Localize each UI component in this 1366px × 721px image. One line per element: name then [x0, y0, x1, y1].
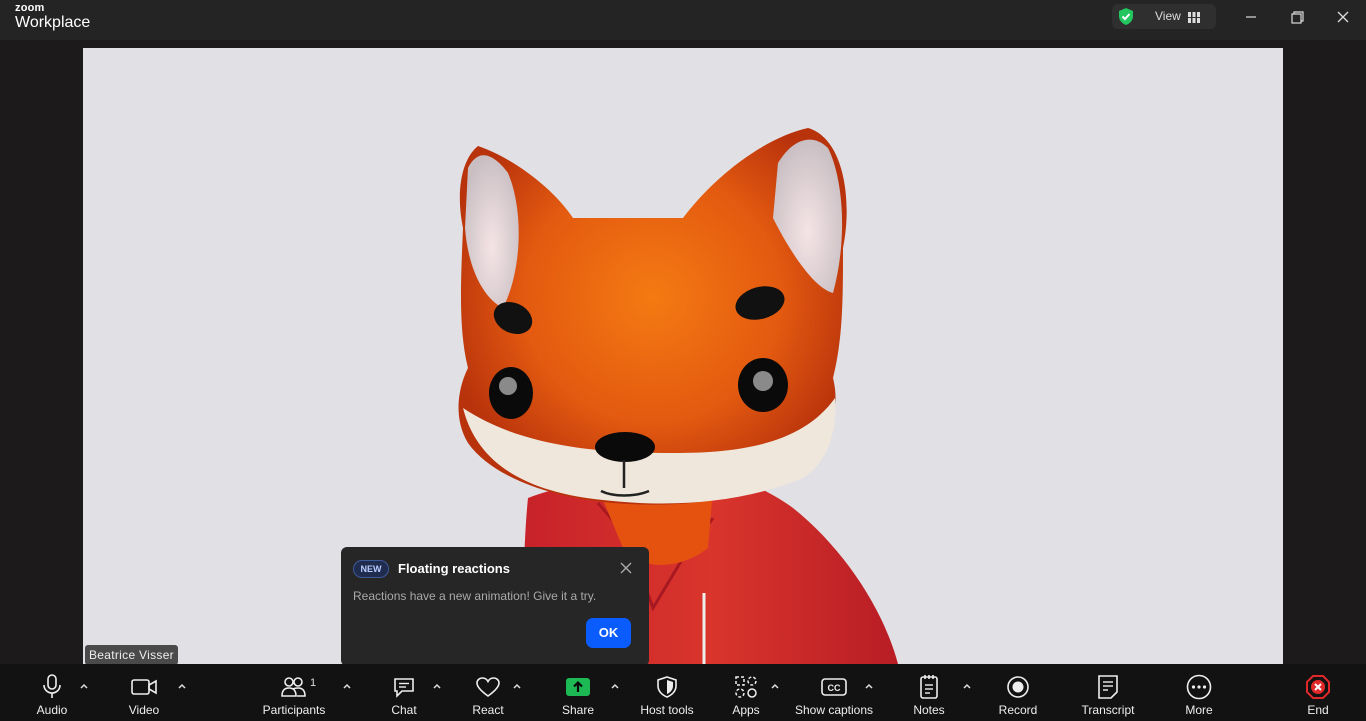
title-bar: zoom Workplace View — [0, 0, 1366, 40]
notes-label: Notes — [913, 703, 945, 717]
more-label: More — [1185, 703, 1213, 717]
transcript-icon — [1094, 674, 1122, 700]
apps-icon — [732, 674, 760, 700]
new-badge: NEW — [353, 560, 389, 578]
minimize-button[interactable] — [1228, 4, 1274, 30]
share-label: Share — [561, 703, 595, 717]
transcript-label: Transcript — [1081, 703, 1135, 717]
chat-button[interactable]: Chat — [381, 664, 427, 721]
participants-button[interactable]: Participants — [258, 664, 330, 721]
restore-icon — [1290, 10, 1304, 24]
close-window-button[interactable] — [1320, 4, 1366, 30]
show-captions-label: Show captions — [794, 703, 874, 717]
view-button[interactable]: View — [1112, 4, 1216, 29]
meeting-stage — [0, 40, 1366, 664]
participant-name-tag: Beatrice Visser — [85, 645, 178, 665]
app-logo: zoom Workplace — [15, 3, 90, 31]
chat-options-chevron-up-icon[interactable] — [432, 682, 442, 690]
floating-reactions-popup: NEW Floating reactions Reactions have a … — [341, 547, 649, 673]
apps-label: Apps — [732, 703, 760, 717]
react-button[interactable]: React — [465, 664, 511, 721]
popup-title: Floating reactions — [398, 561, 510, 576]
restore-button[interactable] — [1274, 4, 1320, 30]
audio-options-chevron-up-icon[interactable] — [79, 682, 89, 690]
closed-captions-icon: CC — [820, 674, 848, 700]
apps-button[interactable]: Apps — [723, 664, 769, 721]
record-label: Record — [998, 703, 1038, 717]
video-button[interactable]: Video — [119, 664, 169, 721]
audio-button[interactable]: Audio — [27, 664, 77, 721]
end-label: End — [1307, 703, 1329, 717]
heart-icon — [474, 674, 502, 700]
apps-options-chevron-up-icon[interactable] — [770, 682, 780, 690]
close-icon — [1337, 11, 1349, 23]
record-button[interactable]: Record — [995, 664, 1041, 721]
video-camera-icon — [130, 674, 158, 700]
share-button[interactable]: Share — [555, 664, 601, 721]
participants-count: 1 — [310, 677, 317, 689]
record-icon — [1004, 674, 1032, 700]
microphone-icon — [38, 674, 66, 700]
video-options-chevron-up-icon[interactable] — [177, 682, 187, 690]
brand-zoom: zoom — [15, 2, 45, 14]
notes-options-chevron-up-icon[interactable] — [962, 682, 972, 690]
more-button[interactable]: More — [1176, 664, 1222, 721]
more-icon — [1185, 674, 1213, 700]
chat-icon — [390, 674, 418, 700]
popup-close-icon[interactable] — [619, 561, 633, 575]
video-label: Video — [128, 703, 160, 717]
host-tools-label: Host tools — [640, 703, 694, 717]
fox-avatar — [458, 128, 898, 664]
share-options-chevron-up-icon[interactable] — [610, 682, 620, 690]
notes-button[interactable]: Notes — [906, 664, 952, 721]
svg-text:CC: CC — [828, 683, 841, 693]
brand-workplace: Workplace — [15, 14, 91, 31]
react-options-chevron-up-icon[interactable] — [512, 682, 522, 690]
participants-options-chevron-up-icon[interactable] — [342, 682, 352, 690]
notes-icon — [915, 674, 943, 700]
shield-icon — [653, 674, 681, 700]
host-tools-button[interactable]: Host tools — [636, 664, 698, 721]
minimize-icon — [1246, 16, 1256, 18]
end-button[interactable]: End — [1296, 664, 1340, 721]
view-label: View — [1155, 9, 1181, 23]
participants-icon — [280, 674, 308, 700]
ok-button[interactable]: OK — [586, 618, 631, 648]
share-screen-icon — [564, 674, 592, 700]
end-meeting-icon — [1304, 674, 1332, 700]
popup-description: Reactions have a new animation! Give it … — [353, 589, 597, 603]
show-captions-button[interactable]: CC Show captions — [793, 664, 875, 721]
transcript-button[interactable]: Transcript — [1078, 664, 1138, 721]
meeting-toolbar: Audio Video Participants 1 Chat React Sh… — [0, 664, 1366, 721]
chat-label: Chat — [391, 703, 417, 717]
shield-check-icon[interactable] — [1117, 7, 1135, 31]
captions-options-chevron-up-icon[interactable] — [864, 682, 874, 690]
participant-video[interactable] — [83, 48, 1283, 664]
react-label: React — [472, 703, 504, 717]
grid-icon — [1188, 10, 1200, 28]
audio-label: Audio — [36, 703, 68, 717]
participants-label: Participants — [262, 703, 326, 717]
